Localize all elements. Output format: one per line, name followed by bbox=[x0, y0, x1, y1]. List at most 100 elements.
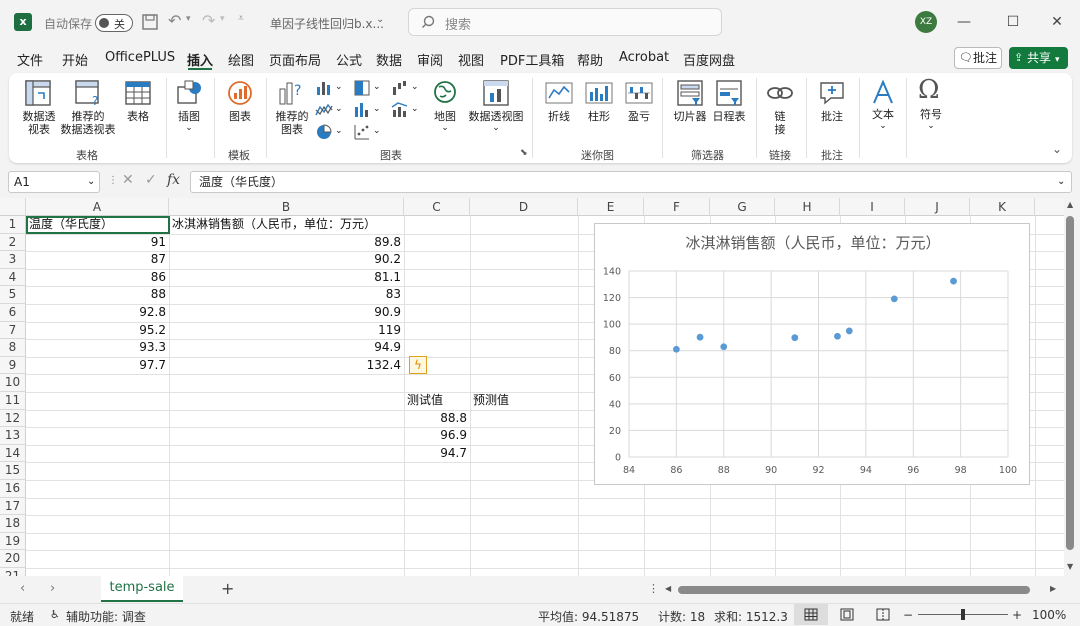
menu-page-layout[interactable]: 页面布局 bbox=[269, 50, 321, 69]
accessibility-icon[interactable]: ♿ bbox=[50, 608, 60, 621]
row-header-8[interactable]: 8 bbox=[0, 339, 26, 357]
cell-A4[interactable]: 86 bbox=[26, 269, 169, 286]
filename-chevron-icon[interactable]: ⌄ bbox=[376, 14, 384, 25]
normal-view-button[interactable] bbox=[794, 604, 828, 625]
formula-input[interactable]: 温度（华氏度） ⌄ bbox=[190, 171, 1072, 193]
redo-dropdown-icon[interactable]: ▾ bbox=[220, 14, 225, 24]
cell-B8[interactable]: 94.9 bbox=[169, 339, 404, 356]
menu-insert[interactable]: 插入 bbox=[187, 50, 213, 69]
link-button[interactable]: 链 接 bbox=[770, 110, 790, 136]
row-header-18[interactable]: 18 bbox=[0, 515, 26, 533]
tab-split-icon[interactable]: ⋮ bbox=[648, 582, 659, 595]
name-box[interactable]: A1 ⌄ bbox=[8, 171, 100, 193]
sparkline-line-button[interactable]: 折线 bbox=[543, 110, 575, 123]
autosave-toggle[interactable]: 关 bbox=[95, 14, 133, 32]
cell-C14[interactable]: 94.7 bbox=[404, 445, 470, 462]
col-header-I[interactable]: I bbox=[840, 198, 905, 216]
map-dropdown-icon[interactable]: ⌄ bbox=[440, 122, 450, 135]
pie-chart-dropdown-icon[interactable]: ⌄ bbox=[335, 125, 343, 138]
col-header-A[interactable]: A bbox=[26, 198, 169, 216]
cell-B4[interactable]: 81.1 bbox=[169, 269, 404, 286]
row-header-19[interactable]: 19 bbox=[0, 532, 26, 551]
enter-icon[interactable]: ✓ bbox=[145, 172, 157, 188]
comment-button[interactable]: 🗨 批注 bbox=[954, 47, 1002, 69]
page-break-view-icon[interactable] bbox=[876, 608, 890, 621]
row-header-20[interactable]: 20 bbox=[0, 550, 26, 568]
cell-A8[interactable]: 93.3 bbox=[26, 339, 169, 356]
menu-draw[interactable]: 绘图 bbox=[228, 50, 254, 69]
vertical-scroll-thumb[interactable] bbox=[1066, 216, 1074, 550]
cell-C13[interactable]: 96.9 bbox=[404, 427, 470, 444]
illustrations-dropdown-icon[interactable]: ⌄ bbox=[184, 122, 194, 135]
scroll-down-icon[interactable]: ▼ bbox=[1067, 562, 1073, 571]
combo-chart-dropdown-icon[interactable]: ⌄ bbox=[411, 103, 419, 116]
cell-B2[interactable]: 89.8 bbox=[169, 234, 404, 251]
row-header-12[interactable]: 12 bbox=[0, 409, 26, 428]
name-box-dropdown-icon[interactable]: ⌄ bbox=[87, 172, 95, 192]
col-header-C[interactable]: C bbox=[404, 198, 470, 216]
col-header-K[interactable]: K bbox=[970, 198, 1035, 216]
cell-D11[interactable]: 预测值 bbox=[473, 392, 509, 409]
add-sheet-button[interactable]: + bbox=[221, 579, 234, 598]
row-header-7[interactable]: 7 bbox=[0, 321, 26, 340]
new-comment-button[interactable]: 批注 bbox=[816, 110, 848, 123]
hierarchy-chart-icon[interactable] bbox=[353, 79, 371, 97]
waterfall-chart-dropdown-icon[interactable]: ⌄ bbox=[411, 81, 419, 94]
menu-officeplus[interactable]: OfficePLUS bbox=[105, 50, 175, 65]
cell-B9[interactable]: 132.4 bbox=[169, 357, 404, 374]
zoom-slider-thumb[interactable] bbox=[961, 609, 965, 620]
text-dropdown-icon[interactable]: ⌄ bbox=[878, 120, 888, 133]
row-header-11[interactable]: 11 bbox=[0, 392, 26, 410]
row-header-16[interactable]: 16 bbox=[0, 480, 26, 498]
undo-icon[interactable]: ↶ bbox=[168, 11, 181, 30]
row-header-13[interactable]: 13 bbox=[0, 427, 26, 445]
cell-B6[interactable]: 90.9 bbox=[169, 304, 404, 321]
col-header-F[interactable]: F bbox=[644, 198, 710, 216]
cell-B3[interactable]: 90.2 bbox=[169, 251, 404, 268]
cell-A9[interactable]: 97.7 bbox=[26, 357, 169, 374]
statistic-chart-icon[interactable] bbox=[353, 101, 371, 119]
cancel-icon[interactable]: ✕ bbox=[122, 172, 134, 188]
close-icon[interactable]: ✕ bbox=[1047, 12, 1067, 32]
row-header-9[interactable]: 9 bbox=[0, 356, 26, 375]
cell-A5[interactable]: 88 bbox=[26, 286, 169, 303]
menu-help[interactable]: 帮助 bbox=[577, 50, 603, 69]
cell-A3[interactable]: 87 bbox=[26, 251, 169, 268]
pivot-table-button[interactable]: 数据透 视表 bbox=[20, 110, 58, 136]
pie-chart-icon[interactable] bbox=[315, 123, 333, 141]
waterfall-chart-icon[interactable] bbox=[391, 79, 409, 97]
cell-B1[interactable]: 冰淇淋销售额（人民币，单位：万元） bbox=[172, 216, 376, 233]
next-sheet-icon[interactable]: › bbox=[50, 581, 55, 596]
row-header-5[interactable]: 5 bbox=[0, 286, 26, 304]
customize-qat-icon[interactable]: ⩡ bbox=[238, 13, 244, 24]
pivot-chart-dropdown-icon[interactable]: ⌄ bbox=[491, 122, 501, 135]
cell-A6[interactable]: 92.8 bbox=[26, 304, 169, 321]
col-header-D[interactable]: D bbox=[470, 198, 578, 216]
col-header-J[interactable]: J bbox=[905, 198, 970, 216]
menu-acrobat[interactable]: Acrobat bbox=[619, 50, 669, 65]
file-name[interactable]: 单因子线性回归b.x... bbox=[270, 15, 384, 32]
col-header-B[interactable]: B bbox=[169, 198, 404, 216]
select-all-corner[interactable] bbox=[0, 198, 26, 216]
col-header-G[interactable]: G bbox=[710, 198, 775, 216]
status-accessibility[interactable]: 辅助功能: 调查 bbox=[66, 608, 146, 625]
cell-A7[interactable]: 95.2 bbox=[26, 322, 169, 339]
scroll-up-icon[interactable]: ▲ bbox=[1067, 200, 1073, 209]
search-box[interactable]: 搜索 bbox=[408, 8, 722, 36]
row-header-3[interactable]: 3 bbox=[0, 251, 26, 269]
undo-dropdown-icon[interactable]: ▾ bbox=[186, 14, 191, 24]
row-header-6[interactable]: 6 bbox=[0, 304, 26, 322]
sheet-tab-temp-sale[interactable]: temp-sale bbox=[101, 576, 183, 602]
horizontal-scroll-thumb[interactable] bbox=[678, 586, 1030, 594]
recommended-charts-button[interactable]: 推荐的 图表 bbox=[272, 110, 312, 136]
formula-bar-options-icon[interactable]: ⋮ bbox=[108, 175, 118, 186]
cell-B5[interactable]: 83 bbox=[169, 286, 404, 303]
scatter-chart[interactable]: 冰淇淋销售额（人民币，单位：万元） 0 20 40 60 80 100 120 140 84 86… bbox=[594, 223, 1030, 485]
prev-sheet-icon[interactable]: ‹ bbox=[20, 581, 25, 596]
menu-review[interactable]: 审阅 bbox=[417, 50, 443, 69]
combo-chart-icon[interactable] bbox=[391, 101, 409, 119]
minimize-icon[interactable]: — bbox=[954, 12, 974, 32]
quick-analysis-icon[interactable]: ϟ bbox=[409, 356, 427, 374]
col-header-H[interactable]: H bbox=[775, 198, 840, 216]
menu-pdf-tools[interactable]: PDF工具箱 bbox=[500, 50, 564, 69]
